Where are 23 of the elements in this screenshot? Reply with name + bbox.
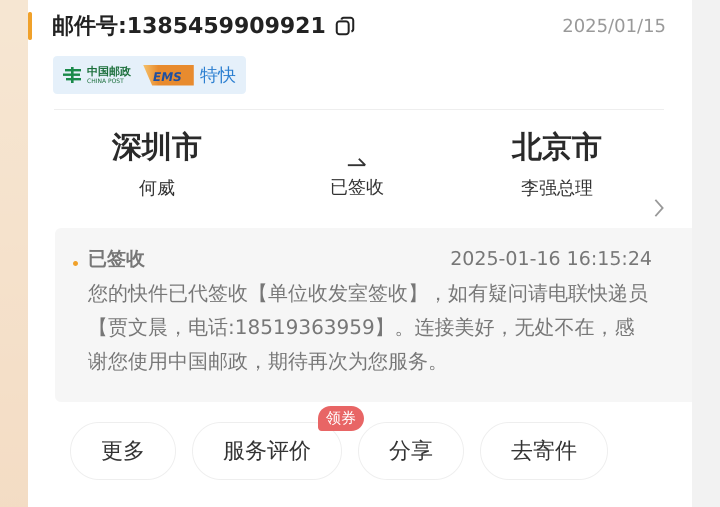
origin-city: 深圳市 bbox=[112, 129, 202, 167]
copy-icon[interactable] bbox=[334, 15, 356, 37]
status-dot bbox=[73, 260, 78, 266]
ems-logo: EMS bbox=[143, 64, 194, 86]
action-button[interactable]: 更多 bbox=[70, 422, 176, 480]
service-label: 特快 bbox=[200, 64, 236, 87]
coupon-badge: 领券 bbox=[318, 406, 364, 431]
route-status: 已签收 bbox=[330, 176, 384, 199]
recipient-name: 李强总理 bbox=[521, 177, 593, 200]
sender-name: 何威 bbox=[139, 177, 175, 200]
event-time: 2025-01-16 16:15:24 bbox=[450, 248, 652, 270]
logo-text: 中国邮政 bbox=[87, 66, 131, 76]
action-button[interactable]: 分享 bbox=[358, 422, 464, 480]
arrow-icon bbox=[346, 156, 368, 167]
post-logo-icon bbox=[63, 67, 83, 83]
date-text: 2025/01/15 bbox=[562, 16, 666, 36]
event-description: 您的快件已代签收【单位收发室签收】，如有疑问请电联快递员【贾文晨，电话:18519363959】。连接美好，无处不在，感谢您使用中国邮政，期待再次为您服务。 bbox=[88, 280, 649, 375]
event-status: 已签收 bbox=[88, 247, 145, 272]
destination-city: 北京市 bbox=[512, 129, 602, 167]
tracking-number: 邮件号:1385459909921 bbox=[52, 13, 326, 41]
action-button[interactable]: 去寄件 bbox=[480, 422, 608, 480]
accent-bar bbox=[28, 12, 32, 40]
chevron-right-icon[interactable] bbox=[653, 198, 665, 218]
